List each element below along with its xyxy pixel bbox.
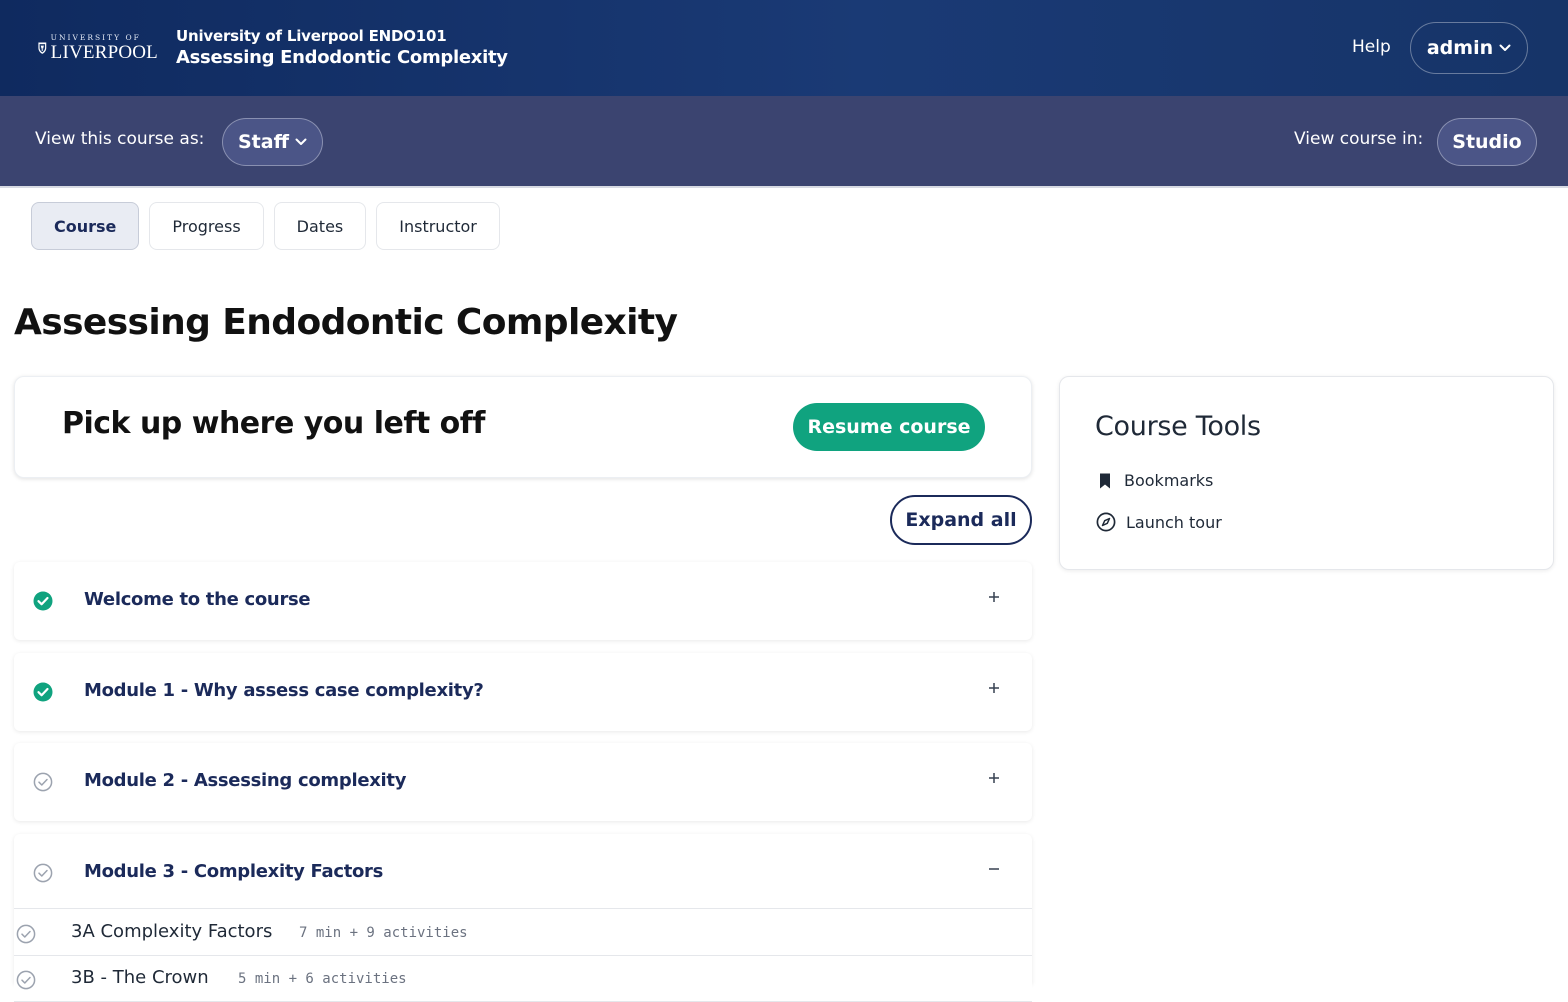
expand-all-button[interactable]: Expand all xyxy=(890,495,1032,545)
subsection-title[interactable]: 3A Complexity Factors xyxy=(71,921,272,942)
launch-tour-link[interactable]: Launch tour xyxy=(1096,512,1222,532)
course-meta: University of Liverpool ENDO101 Assessin… xyxy=(176,27,508,68)
view-as-dropdown[interactable]: Staff xyxy=(222,118,323,166)
shield-icon xyxy=(38,42,47,54)
resume-title: Pick up where you left off xyxy=(62,406,485,441)
help-link[interactable]: Help xyxy=(1352,37,1391,57)
check-incomplete-icon xyxy=(16,924,36,944)
subsection-title[interactable]: 3B - The Crown xyxy=(71,967,209,988)
plus-icon[interactable] xyxy=(986,680,1002,696)
top-header: UNIVERSITY OF LIVERPOOL University of Li… xyxy=(0,0,1568,96)
check-complete-icon xyxy=(33,591,53,611)
section-module-2[interactable]: Module 2 - Assessing complexity xyxy=(14,743,1032,821)
section-title: Module 2 - Assessing complexity xyxy=(84,770,407,791)
tab-dates[interactable]: Dates xyxy=(273,202,367,250)
compass-icon xyxy=(1096,512,1116,532)
subsection-row[interactable]: 3A Complexity Factors 7 min + 9 activiti… xyxy=(14,910,1032,956)
course-tabs: Course Progress Dates Instructor xyxy=(31,202,500,250)
bookmark-icon xyxy=(1100,473,1110,488)
plus-icon[interactable] xyxy=(986,589,1002,605)
tab-course[interactable]: Course xyxy=(31,202,140,250)
chevron-down-icon xyxy=(295,138,307,145)
user-name: admin xyxy=(1426,37,1494,59)
course-org: University of Liverpool ENDO101 xyxy=(176,27,447,45)
section-title: Module 1 - Why assess case complexity? xyxy=(84,680,484,701)
course-tools-card: Course Tools Bookmarks Launch tour xyxy=(1059,376,1554,570)
university-logo[interactable]: UNIVERSITY OF LIVERPOOL xyxy=(38,30,158,66)
bookmarks-label: Bookmarks xyxy=(1124,471,1214,490)
tab-progress[interactable]: Progress xyxy=(149,202,264,250)
divider xyxy=(14,908,1032,909)
resume-course-button[interactable]: Resume course xyxy=(793,403,985,451)
view-as-value: Staff xyxy=(238,131,289,153)
view-as-label: View this course as: xyxy=(35,129,205,149)
section-title: Welcome to the course xyxy=(84,589,311,610)
plus-icon[interactable] xyxy=(986,770,1002,786)
check-incomplete-icon xyxy=(16,970,36,990)
page-title: Assessing Endodontic Complexity xyxy=(14,302,678,343)
course-tools-title: Course Tools xyxy=(1095,411,1261,442)
logo-small-text: UNIVERSITY OF xyxy=(50,32,141,42)
chevron-down-icon xyxy=(1499,44,1511,51)
subsection-meta: 7 min + 9 activities xyxy=(299,925,468,941)
course-view-bar: View this course as: Staff View course i… xyxy=(0,96,1568,188)
logo-text: UNIVERSITY OF LIVERPOOL xyxy=(51,34,158,63)
bookmarks-link[interactable]: Bookmarks xyxy=(1096,471,1213,490)
user-menu-button[interactable]: admin xyxy=(1410,22,1528,74)
resume-card: Pick up where you left off Resume course xyxy=(14,376,1032,478)
header-course-title: Assessing Endodontic Complexity xyxy=(176,47,508,68)
subsection-meta: 5 min + 6 activities xyxy=(238,971,407,987)
subsection-row[interactable]: 3B - The Crown 5 min + 6 activities xyxy=(14,956,1032,1002)
logo-big-text: LIVERPOOL xyxy=(50,42,158,64)
section-module-1[interactable]: Module 1 - Why assess case complexity? xyxy=(14,653,1032,731)
section-welcome[interactable]: Welcome to the course xyxy=(14,562,1032,640)
tab-instructor[interactable]: Instructor xyxy=(376,202,500,250)
check-incomplete-icon xyxy=(33,772,53,792)
check-complete-icon xyxy=(33,682,53,702)
minus-icon[interactable] xyxy=(986,861,1002,877)
section-title: Module 3 - Complexity Factors xyxy=(84,861,384,882)
view-in-label: View course in: xyxy=(1294,129,1424,149)
launch-tour-label: Launch tour xyxy=(1126,512,1222,532)
studio-button[interactable]: Studio xyxy=(1437,118,1537,166)
check-incomplete-icon xyxy=(33,863,53,883)
